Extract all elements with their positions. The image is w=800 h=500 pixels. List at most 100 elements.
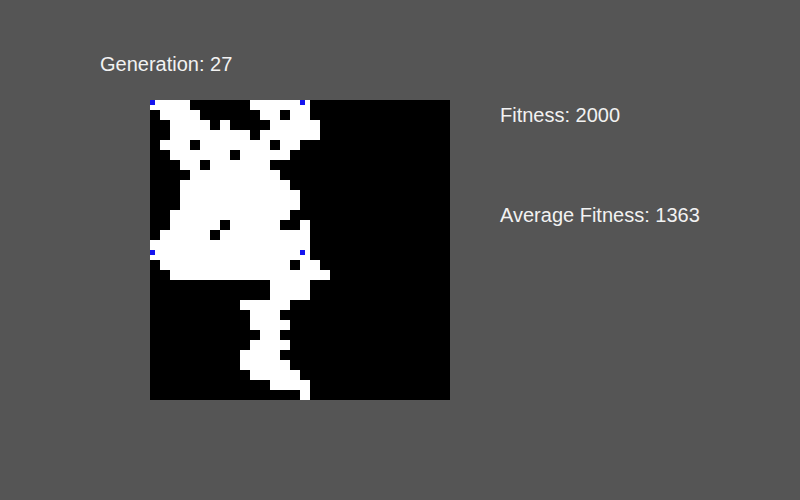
white-cell (190, 210, 200, 220)
white-cell (270, 110, 280, 120)
white-cell (280, 260, 290, 270)
white-cell (300, 270, 310, 280)
white-cell (170, 240, 180, 250)
white-cell (270, 330, 280, 340)
white-cell (270, 370, 280, 380)
white-cell (250, 340, 260, 350)
white-cell (280, 150, 290, 160)
white-cell (260, 370, 270, 380)
white-cell (250, 220, 260, 230)
white-cell (270, 130, 280, 140)
white-cell (270, 210, 280, 220)
average-fitness-label: Average Fitness: 1363 (500, 203, 700, 227)
white-cell (260, 230, 270, 240)
white-cell (230, 220, 240, 230)
white-cell (250, 260, 260, 270)
white-cell (260, 190, 270, 200)
white-cell (230, 270, 240, 280)
white-cell (310, 120, 320, 130)
white-cell (280, 190, 290, 200)
white-cell (200, 210, 210, 220)
white-cell (240, 200, 250, 210)
white-cell (240, 210, 250, 220)
white-cell (210, 190, 220, 200)
generation-header: Generation: 27 (0, 0, 800, 100)
white-cell (240, 160, 250, 170)
white-cell (210, 270, 220, 280)
white-cell (220, 270, 230, 280)
white-cell (240, 360, 250, 370)
white-cell (210, 130, 220, 140)
white-cell (200, 250, 210, 260)
white-cell (250, 270, 260, 280)
white-cell (180, 150, 190, 160)
white-cell (240, 140, 250, 150)
white-cell (260, 210, 270, 220)
white-cell (280, 280, 290, 290)
white-cell (170, 110, 180, 120)
white-cell (170, 220, 180, 230)
white-cell (270, 270, 280, 280)
white-cell (200, 260, 210, 270)
white-cell (280, 250, 290, 260)
white-cell (210, 250, 220, 260)
white-cell (270, 340, 280, 350)
white-cell (280, 130, 290, 140)
white-cell (220, 170, 230, 180)
white-cell (250, 230, 260, 240)
stats-panel: Fitness: 2000 Average Fitness: 1363 (500, 100, 700, 400)
white-cell (220, 190, 230, 200)
white-cell (210, 210, 220, 220)
white-cell (250, 180, 260, 190)
white-cell (280, 120, 290, 130)
white-cell (240, 240, 250, 250)
white-cell (180, 180, 190, 190)
white-cell (230, 250, 240, 260)
white-cell (180, 240, 190, 250)
white-cell (200, 230, 210, 240)
white-cell (150, 240, 160, 250)
white-cell (220, 120, 230, 130)
white-cell (180, 250, 190, 260)
white-cell (300, 290, 310, 300)
white-cell (310, 130, 320, 140)
white-cell (260, 180, 270, 190)
white-cell (180, 270, 190, 280)
white-cell (290, 120, 300, 130)
white-cell (160, 140, 170, 150)
white-cell (180, 110, 190, 120)
white-cell (280, 140, 290, 150)
white-cell (170, 130, 180, 140)
white-cell (280, 230, 290, 240)
white-cell (260, 260, 270, 270)
white-cell (200, 130, 210, 140)
white-cell (240, 180, 250, 190)
white-cell (240, 190, 250, 200)
white-cell (170, 100, 180, 110)
fitness-label: Fitness: 2000 (500, 100, 700, 127)
white-cell (240, 150, 250, 160)
white-cell (240, 250, 250, 260)
white-cell (200, 190, 210, 200)
white-cell (280, 210, 290, 220)
white-cell (190, 270, 200, 280)
white-cell (290, 200, 300, 210)
white-cell (250, 150, 260, 160)
main-area: Fitness: 2000 Average Fitness: 1363 (0, 100, 800, 400)
white-cell (310, 260, 320, 270)
white-cell (240, 300, 250, 310)
white-cell (250, 370, 260, 380)
white-cell (250, 350, 260, 360)
white-cell (300, 260, 310, 270)
white-cell (190, 260, 200, 270)
white-cell (270, 320, 280, 330)
white-cell (220, 260, 230, 270)
white-cell (190, 150, 200, 160)
white-cell (160, 100, 170, 110)
white-cell (290, 110, 300, 120)
white-cell (280, 380, 290, 390)
white-cell (260, 270, 270, 280)
white-cell (220, 250, 230, 260)
white-cell (270, 120, 280, 130)
white-cell (280, 200, 290, 210)
